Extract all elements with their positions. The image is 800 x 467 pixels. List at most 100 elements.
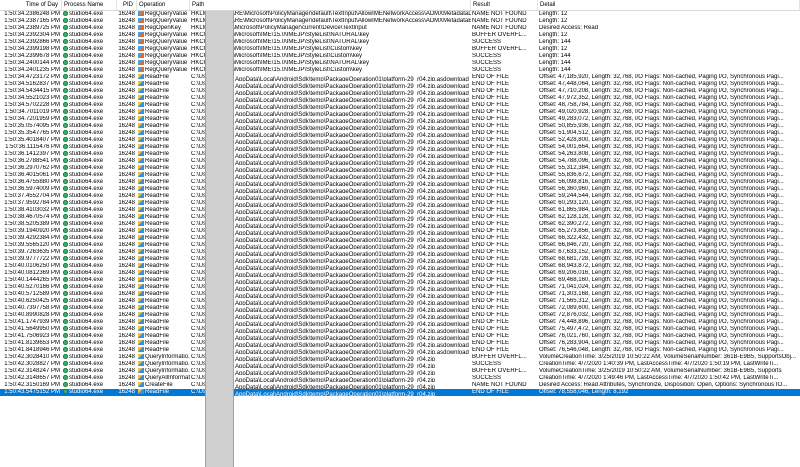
cell-operation: RegQueryValue — [137, 18, 190, 25]
table-row[interactable]: 1:50:34.5521023 PM studio64.exe 16248 ReadF… — [0, 95, 800, 102]
table-row[interactable]: 1:50:40.5270166 PM studio64.exe 16248 ReadF… — [0, 284, 800, 291]
table-row[interactable]: 1:50:35.4018407 PM studio64.exe 16248 ReadF… — [0, 137, 800, 144]
table-row-selected[interactable]: 1:50:43.5475152 PM studio64.exe 16248 ReadF… — [0, 389, 800, 396]
cell-time: 1:50:34.5702228 PM — [0, 102, 62, 109]
table-row[interactable]: 1:50:42.3150169 PM studio64.exe 16248 Creat… — [0, 382, 800, 389]
cell-pid: 16248 — [117, 53, 137, 60]
cell-operation: ReadFile — [137, 137, 190, 144]
cell-pid: 16248 — [117, 46, 137, 53]
table-row[interactable]: 1:50:34.2401235 PM studio64.exe 16248 RegQu… — [0, 67, 800, 74]
column-header-process[interactable]: Process Name — [62, 0, 117, 10]
table-row[interactable]: 1:50:38.4103032 PM studio64.exe 16248 ReadF… — [0, 207, 800, 214]
table-row[interactable]: 1:50:36.4755880 PM studio64.exe 16248 ReadF… — [0, 179, 800, 186]
table-row[interactable]: 1:50:39.1940920 PM studio64.exe 16248 ReadF… — [0, 228, 800, 235]
table-row[interactable]: 1:50:34.5702228 PM studio64.exe 16248 ReadF… — [0, 102, 800, 109]
cell-time: 1:50:34.2387165 PM — [0, 18, 62, 25]
table-row[interactable]: 1:50:36.1412397 PM studio64.exe 16248 ReadF… — [0, 151, 800, 158]
cell-operation: ReadFile — [137, 326, 190, 333]
column-header-operation[interactable]: Operation — [137, 0, 190, 10]
cell-result-text: NAME NOT FOUND — [472, 382, 527, 388]
cell-result: END OF FILE — [471, 88, 538, 95]
table-row[interactable]: 1:50:40.8990828 PM studio64.exe 16248 ReadF… — [0, 312, 800, 319]
cell-detail-text: Length: 144 — [539, 39, 571, 45]
cell-process: studio64.exe — [62, 298, 117, 305]
table-row[interactable]: 1:50:34.2387165 PM studio64.exe 16248 RegQu… — [0, 18, 800, 25]
table-row[interactable]: 1:50:36.2970762 PM studio64.exe 16248 ReadF… — [0, 165, 800, 172]
cell-operation: ReadFile — [137, 81, 190, 88]
table-row[interactable]: 1:50:42.3148247 PM studio64.exe 16248 Query… — [0, 368, 800, 375]
table-row[interactable]: 1:50:42.3028827 PM studio64.exe 16248 Query… — [0, 361, 800, 368]
table-row[interactable]: 1:50:34.2400144 PM studio64.exe 16248 RegQu… — [0, 60, 800, 67]
cell-operation-text: QueryInformatio... — [145, 354, 190, 360]
table-row[interactable]: 1:50:34.2392866 PM studio64.exe 16248 RegQu… — [0, 39, 800, 46]
table-row[interactable]: 1:50:34.2399198 PM studio64.exe 16248 RegQu… — [0, 46, 800, 53]
table-row[interactable]: 1:50:40.7397758 PM studio64.exe 16248 ReadF… — [0, 305, 800, 312]
table-row[interactable]: 1:50:34.2386248 PM studio64.exe 16248 RegQu… — [0, 11, 800, 18]
table-row[interactable]: 1:50:41.5649950 PM studio64.exe 16248 ReadF… — [0, 326, 800, 333]
cell-result: END OF FILE — [471, 389, 538, 396]
cell-detail: Offset: 76,546,048, Length: 32,768, I/O … — [538, 347, 800, 354]
table-row[interactable]: 1:50:34.2392304 PM studio64.exe 16248 RegQu… — [0, 32, 800, 39]
table-row[interactable]: 1:50:41.8139653 PM studio64.exe 16248 ReadF… — [0, 340, 800, 347]
table-row[interactable]: 1:50:41.8418946 PM studio64.exe 16248 ReadF… — [0, 347, 800, 354]
table-row[interactable]: 1:50:34.7201959 PM studio64.exe 16248 ReadF… — [0, 116, 800, 123]
cell-pid: 16248 — [117, 18, 137, 25]
cell-process: studio64.exe — [62, 284, 117, 291]
android-studio-icon — [63, 67, 68, 72]
table-row[interactable]: 1:50:34.2389725 PM studio64.exe 16248 RegOp… — [0, 25, 800, 32]
table-row[interactable]: 1:50:39.9777722 PM studio64.exe 16248 ReadF… — [0, 256, 800, 263]
table-row[interactable]: 1:50:34.5162837 PM studio64.exe 16248 ReadF… — [0, 81, 800, 88]
cell-detail-text: Offset: 54,263,808, Length: 32,768, I/O … — [539, 151, 784, 157]
android-studio-icon — [63, 116, 68, 121]
cell-result: END OF FILE — [471, 263, 538, 270]
cell-operation: ReadFile — [137, 242, 190, 249]
table-row[interactable]: 1:50:42.3028410 PM studio64.exe 16248 Query… — [0, 354, 800, 361]
table-row[interactable]: 1:50:34.5434415 PM studio64.exe 16248 ReadF… — [0, 88, 800, 95]
cell-time-text: 1:50:34.2392304 PM — [4, 32, 60, 38]
cell-detail-text: Offset: 56,098,816, Length: 32,768, I/O … — [539, 179, 784, 185]
cell-detail: Offset: 47,972,352, Length: 32,768, I/O … — [538, 95, 800, 102]
table-row[interactable]: 1:50:37.9592784 PM studio64.exe 16248 ReadF… — [0, 200, 800, 207]
cell-pid: 16248 — [117, 165, 137, 172]
table-row[interactable]: 1:50:39.5565120 PM studio64.exe 16248 ReadF… — [0, 242, 800, 249]
cell-process-text: studio64.exe — [69, 46, 104, 52]
column-header-path[interactable]: Path — [190, 0, 471, 10]
cell-operation: QueryInformatio... — [137, 354, 190, 361]
cell-time-text: 1:50:39.4292384 PM — [4, 235, 60, 241]
table-row[interactable]: 1:50:39.7263635 PM studio64.exe 16248 ReadF… — [0, 249, 800, 256]
table-row[interactable]: 1:50:38.5205389 PM studio64.exe 16248 ReadF… — [0, 221, 800, 228]
column-header-result[interactable]: Result — [471, 0, 538, 10]
column-header-time[interactable]: Time of Day — [0, 0, 62, 10]
table-row[interactable]: 1:50:36.1115476 PM studio64.exe 16248 ReadF… — [0, 144, 800, 151]
table-row[interactable]: 1:50:36.2788541 PM studio64.exe 16248 ReadF… — [0, 158, 800, 165]
column-header-pid[interactable]: PID — [117, 0, 137, 10]
table-row[interactable]: 1:50:39.4292384 PM studio64.exe 16248 ReadF… — [0, 235, 800, 242]
cell-result: SUCCESS — [471, 375, 538, 382]
cell-time: 1:50:37.4552704 PM — [0, 193, 62, 200]
cell-detail-text: Offset: 62,128,128, Length: 32,768, I/O … — [539, 214, 784, 220]
table-row[interactable]: 1:50:36.5974009 PM studio64.exe 16248 ReadF… — [0, 186, 800, 193]
table-row[interactable]: 1:50:40.1444265 PM studio64.exe 16248 ReadF… — [0, 277, 800, 284]
table-row[interactable]: 1:50:40.6250425 PM studio64.exe 16248 ReadF… — [0, 298, 800, 305]
registry-icon — [138, 11, 144, 16]
table-row[interactable]: 1:50:40.0812369 PM studio64.exe 16248 ReadF… — [0, 270, 800, 277]
table-row[interactable]: 1:50:40.5712589 PM studio64.exe 16248 ReadF… — [0, 291, 800, 298]
cell-pid-text: 16248 — [118, 221, 135, 227]
table-row[interactable]: 1:50:41.1747939 PM studio64.exe 16248 ReadF… — [0, 319, 800, 326]
table-row[interactable]: 1:50:38.4670574 PM studio64.exe 16248 ReadF… — [0, 214, 800, 221]
column-header-detail[interactable]: Detail — [538, 0, 800, 10]
table-row[interactable]: 1:50:37.4552704 PM studio64.exe 16248 ReadF… — [0, 193, 800, 200]
table-row[interactable]: 1:50:41.7506923 PM studio64.exe 16248 ReadF… — [0, 333, 800, 340]
table-row[interactable]: 1:50:42.3148657 PM studio64.exe 16248 Query… — [0, 375, 800, 382]
table-row[interactable]: 1:50:35.3547765 PM studio64.exe 16248 ReadF… — [0, 130, 800, 137]
table-row[interactable]: 1:50:34.4723172 PM studio64.exe 16248 ReadF… — [0, 74, 800, 81]
table-row[interactable]: 1:50:34.7011019 PM studio64.exe 16248 ReadF… — [0, 109, 800, 116]
table-row[interactable]: 1:50:35.0574095 PM studio64.exe 16248 ReadF… — [0, 123, 800, 130]
table-row[interactable]: 1:50:36.4015061 PM studio64.exe 16248 ReadF… — [0, 172, 800, 179]
cell-time: 1:50:39.5565120 PM — [0, 242, 62, 249]
table-row[interactable]: 1:50:40.0106250 PM studio64.exe 16248 ReadF… — [0, 263, 800, 270]
file-system-icon — [138, 130, 144, 135]
table-row[interactable]: 1:50:34.2399678 PM studio64.exe 16248 RegQu… — [0, 53, 800, 60]
cell-process: studio64.exe — [62, 158, 117, 165]
cell-result: END OF FILE — [471, 326, 538, 333]
